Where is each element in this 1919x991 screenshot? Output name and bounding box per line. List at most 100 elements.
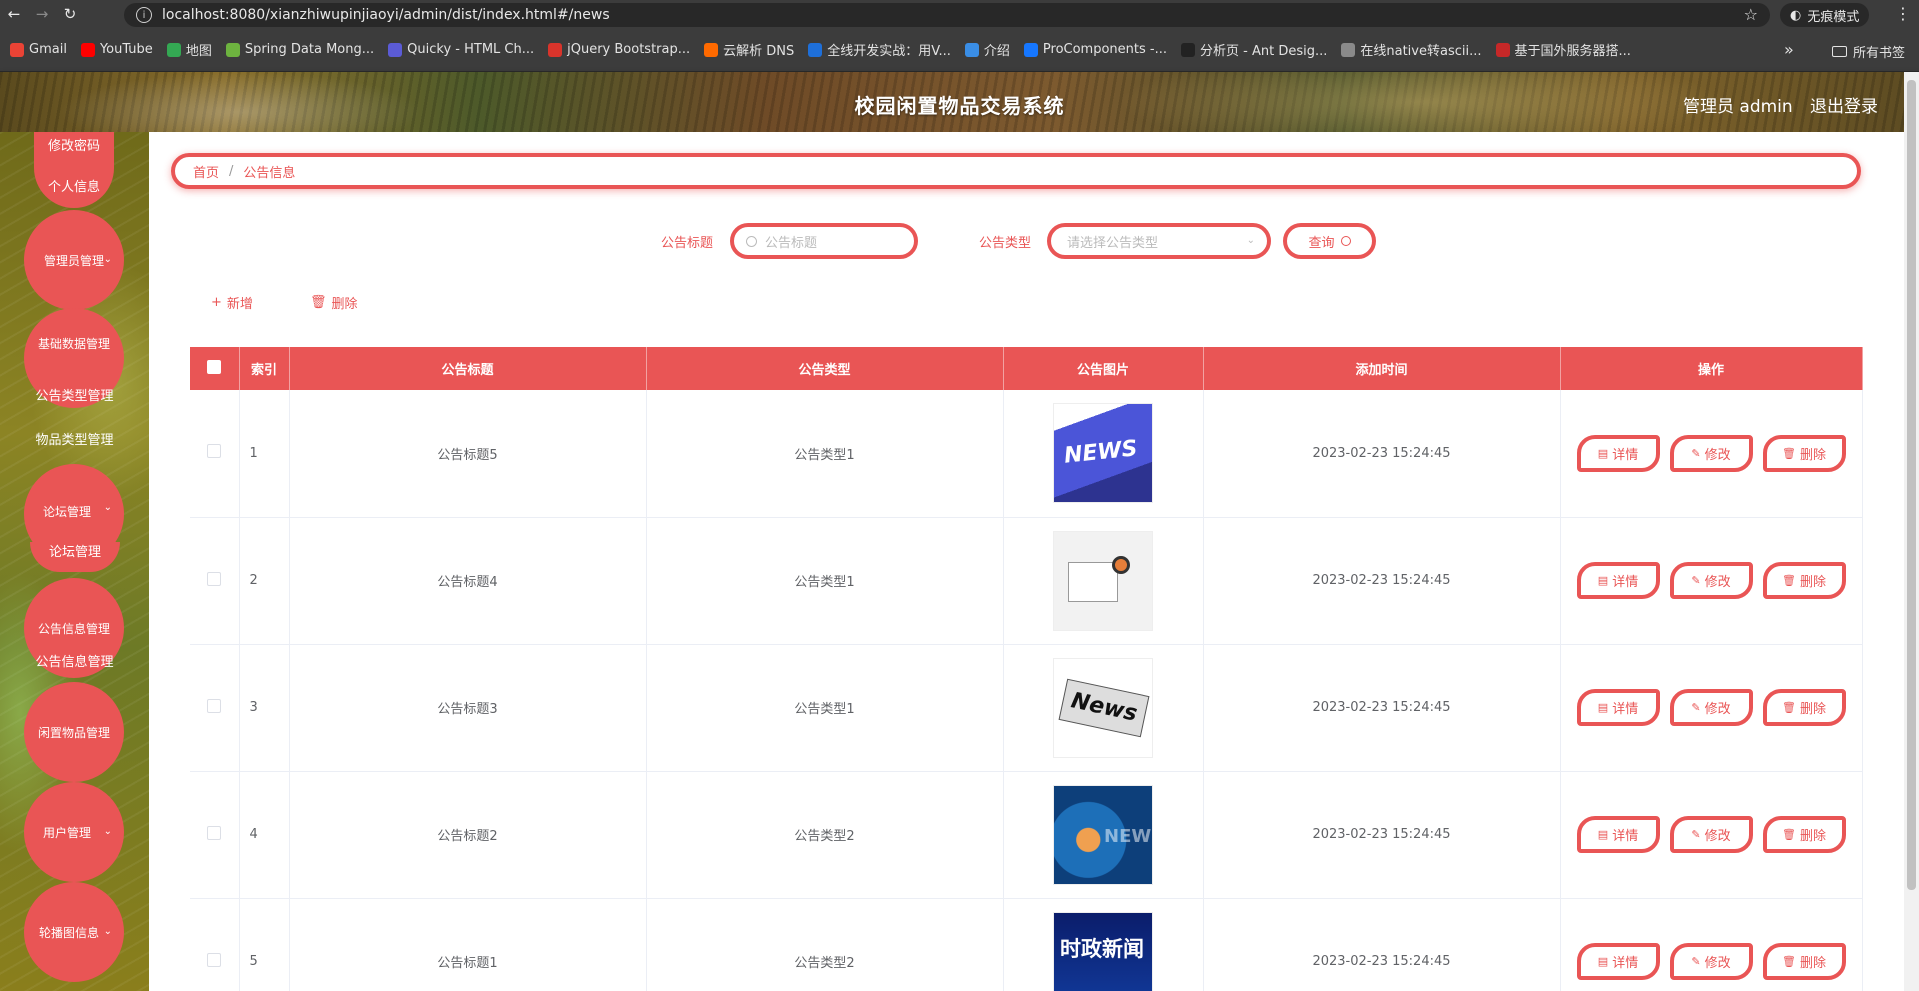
bookmark-item[interactable]: 在线native转ascii... (1341, 40, 1482, 59)
query-button-label: 查询 (1308, 235, 1335, 251)
bookmark-item[interactable]: Quicky - HTML Ch... (388, 42, 534, 57)
site-info-icon[interactable]: i (136, 7, 152, 23)
row-select-cell[interactable] (190, 390, 240, 518)
sidebar-menu-idle-goods[interactable]: 闲置物品管理 (24, 682, 124, 782)
notice-image[interactable]: NEWS (1053, 784, 1153, 885)
row-checkbox[interactable] (207, 952, 222, 967)
row-checkbox[interactable] (207, 571, 222, 586)
all-bookmarks-button[interactable]: 所有书签 (1832, 42, 1905, 61)
bookmarks-overflow-icon[interactable]: » (1784, 40, 1794, 59)
delete-button[interactable]: 🗑 删除 (1762, 562, 1846, 599)
bookmark-item[interactable]: Gmail (10, 42, 67, 57)
sidebar-account-group: 修改密码 个人信息 (34, 132, 114, 208)
sidebar-item-forum[interactable]: 论坛管理 (30, 542, 120, 572)
row-index: 1 (239, 390, 290, 518)
header-actions: 操作 (1560, 347, 1863, 390)
detail-button[interactable]: ▤ 详情 (1576, 943, 1660, 980)
edit-button[interactable]: ✎ 修改 (1669, 943, 1753, 980)
detail-button[interactable]: ▤ 详情 (1576, 562, 1660, 599)
select-all-cell[interactable] (190, 347, 240, 390)
sidebar-item-goods-type[interactable]: 物品类型管理 (0, 429, 149, 448)
browser-toolbar: ← → ↻ i localhost:8080/xianzhiwupinjiaoy… (0, 0, 1919, 28)
add-button-label: 新增 (226, 297, 253, 312)
bookmark-item[interactable]: Spring Data Mong... (225, 42, 374, 57)
edit-label: 修改 (1704, 575, 1731, 590)
back-icon[interactable]: ← (0, 0, 28, 28)
browser-menu-icon[interactable]: ⋮ (1895, 4, 1911, 23)
delete-label: 删除 (1799, 956, 1826, 971)
bookmark-item[interactable]: 地图 (166, 40, 212, 59)
bookmark-star-icon[interactable]: ☆ (1744, 5, 1758, 24)
bookmark-item[interactable]: ProComponents -... (1023, 42, 1167, 57)
title-search-placeholder: 公告标题 (765, 235, 818, 251)
edit-button[interactable]: ✎ 修改 (1669, 434, 1753, 472)
title-search-input[interactable]: 公告标题 (730, 223, 918, 259)
bookmark-favicon-icon (80, 42, 95, 57)
bookmark-item[interactable]: jQuery Bootstrap... (548, 42, 690, 57)
sidebar-item-notice-info[interactable]: 公告信息管理 (0, 651, 149, 670)
app-header: 校园闲置物品交易系统 管理员 admin 退出登录 (0, 72, 1919, 132)
select-all-checkbox[interactable] (207, 359, 222, 374)
edit-label: 修改 (1704, 956, 1731, 971)
incognito-badge[interactable]: ◐ 无痕模式 (1780, 3, 1870, 27)
reload-icon[interactable]: ↻ (56, 0, 84, 28)
trash-icon: 🗑 (1782, 446, 1796, 460)
notice-image[interactable]: NEWS (1053, 403, 1153, 504)
sidebar-item-notice-type[interactable]: 公告类型管理 (0, 385, 149, 404)
row-index: 2 (239, 517, 290, 645)
row-title: 公告标题1 (289, 898, 647, 991)
breadcrumb: 首页 / 公告信息 (171, 153, 1861, 189)
bookmark-label: Quicky - HTML Ch... (407, 42, 535, 57)
page-scrollbar[interactable] (1904, 72, 1919, 991)
row-image-cell: NEWS (1003, 771, 1204, 899)
sidebar-item-change-password[interactable]: 修改密码 (48, 135, 100, 154)
row-checkbox[interactable] (207, 825, 222, 840)
edit-button[interactable]: ✎ 修改 (1669, 689, 1753, 726)
row-checkbox[interactable] (207, 444, 222, 459)
row-title: 公告标题4 (289, 517, 647, 645)
delete-button[interactable]: 🗑 删除 (1762, 816, 1846, 853)
bookmark-item[interactable]: YouTube (80, 42, 153, 57)
logout-button[interactable]: 退出登录 (1810, 92, 1878, 117)
notice-image[interactable]: 时政新闻 (1053, 911, 1153, 991)
add-button[interactable]: + 新增 (211, 293, 253, 312)
row-select-cell[interactable] (190, 644, 240, 772)
row-actions: ▤ 详情 ✎ 修改 🗑 删除 (1560, 390, 1863, 518)
bookmark-item[interactable]: 全线开发实战：用V... (808, 40, 951, 59)
page-scrollbar-thumb[interactable] (1907, 80, 1916, 890)
bookmark-item[interactable]: 云解析 DNS (704, 40, 794, 59)
sidebar-item-profile[interactable]: 个人信息 (48, 176, 100, 195)
sidebar-menu-carousel[interactable]: 轮播图信息 ⌄ (24, 882, 124, 982)
detail-button[interactable]: ▤ 详情 (1576, 689, 1660, 726)
row-select-cell[interactable] (190, 771, 240, 899)
address-bar[interactable]: i localhost:8080/xianzhiwupinjiaoyi/admi… (124, 3, 1770, 27)
bookmark-item[interactable]: 分析页 - Ant Desig... (1181, 40, 1327, 59)
type-select-placeholder: 请选择公告类型 (1067, 235, 1159, 251)
detail-button[interactable]: ▤ 详情 (1576, 816, 1660, 853)
bookmark-label: 基于国外服务器搭... (1514, 44, 1631, 59)
delete-button[interactable]: 🗑 删除 (1762, 434, 1846, 472)
row-checkbox[interactable] (207, 698, 222, 713)
notice-image[interactable]: News (1053, 657, 1153, 758)
sidebar-menu-users[interactable]: 用户管理 ⌄ (24, 782, 124, 882)
detail-button[interactable]: ▤ 详情 (1576, 434, 1660, 472)
row-select-cell[interactable] (190, 898, 240, 991)
delete-button[interactable]: 🗑 删除 (1762, 689, 1846, 726)
url-text: localhost:8080/xianzhiwupinjiaoyi/admin/… (162, 7, 610, 23)
row-image-cell: News (1003, 644, 1204, 772)
sidebar-menu-admin[interactable]: 管理员管理 ⌄ (24, 210, 124, 310)
document-icon: ▤ (1597, 955, 1609, 968)
forward-icon[interactable]: → (28, 0, 56, 28)
notice-image[interactable] (1053, 530, 1153, 631)
row-select-cell[interactable] (190, 517, 240, 645)
type-select[interactable]: 请选择公告类型 ⌄ (1047, 223, 1271, 259)
delete-button[interactable]: 🗑 删除 (1762, 943, 1846, 980)
bookmark-item[interactable]: 介绍 (964, 40, 1010, 59)
bookmark-item[interactable]: 基于国外服务器搭... (1495, 40, 1631, 59)
trash-icon: 🗑 (1782, 574, 1796, 587)
edit-button[interactable]: ✎ 修改 (1669, 816, 1753, 853)
batch-delete-button[interactable]: 🗑 删除 (310, 293, 358, 312)
breadcrumb-home[interactable]: 首页 (193, 162, 219, 181)
edit-button[interactable]: ✎ 修改 (1669, 562, 1753, 599)
query-button[interactable]: 查询 (1283, 223, 1376, 259)
